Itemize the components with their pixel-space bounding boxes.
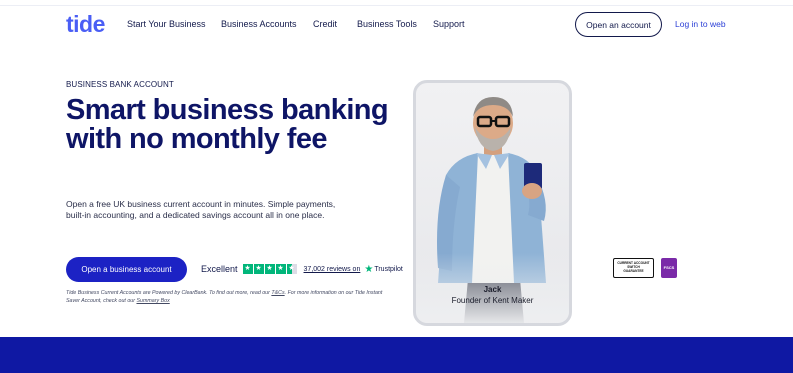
summary-box-link[interactable]: Summary Box	[136, 298, 169, 304]
hero-headline: Smart business banking with no monthly f…	[66, 94, 389, 155]
open-business-account-button[interactable]: Open a business account	[66, 257, 187, 282]
fscs-protected-logo: FSCS	[661, 258, 677, 278]
disclaimer-text-1: Tide Business Current Accounts are Power…	[66, 290, 272, 296]
star-icon: ★	[264, 264, 275, 274]
star-icon: ★	[253, 264, 264, 274]
testimonial-name: Jack	[483, 285, 502, 294]
current-account-switch-guarantee-logo: CURRENT ACCOUNT SWITCH GUARANTEE	[613, 258, 654, 278]
top-navigation: tide Start Your Business Business Accoun…	[0, 6, 793, 44]
nav-credit[interactable]: Credit	[313, 19, 337, 29]
trustpilot-rating-word: Excellent	[201, 264, 238, 274]
trustpilot-logo-text: Trustpilot	[374, 265, 403, 273]
next-section-band	[0, 337, 793, 373]
nav-business-tools[interactable]: Business Tools	[357, 19, 417, 29]
trustpilot-logo: ★ Trustpilot	[364, 264, 403, 275]
open-account-button[interactable]: Open an account	[575, 12, 662, 37]
testimonial-role: Founder of Kent Maker	[451, 296, 534, 305]
switch-badge-line-3: GUARANTEE	[623, 269, 644, 273]
trustpilot-stars: ★ ★ ★ ★ ★	[242, 264, 297, 274]
star-icon: ★	[275, 264, 286, 274]
half-star-icon: ★	[286, 264, 297, 274]
nav-start-your-business[interactable]: Start Your Business	[127, 19, 206, 29]
star-icon: ★	[242, 264, 253, 274]
tide-logo[interactable]: tide	[66, 11, 105, 38]
hero-subtext: Open a free UK business current account …	[66, 199, 336, 220]
trustpilot-widget[interactable]: Excellent ★ ★ ★ ★ ★ 37,002 reviews on ★ …	[201, 262, 403, 276]
login-link[interactable]: Log in to web	[675, 19, 726, 29]
testimonial-caption: Jack Founder of Kent Maker	[416, 285, 569, 305]
trustpilot-star-icon: ★	[364, 263, 374, 275]
legal-disclaimer: Tide Business Current Accounts are Power…	[66, 289, 396, 305]
hero-eyebrow: BUSINESS BANK ACCOUNT	[66, 80, 174, 89]
trustpilot-reviews-link[interactable]: 37,002 reviews on	[304, 266, 361, 273]
nav-support[interactable]: Support	[433, 19, 465, 29]
tandc-link[interactable]: T&Cs	[271, 290, 284, 296]
nav-business-accounts[interactable]: Business Accounts	[221, 19, 297, 29]
testimonial-card: Jack Founder of Kent Maker	[413, 80, 572, 326]
